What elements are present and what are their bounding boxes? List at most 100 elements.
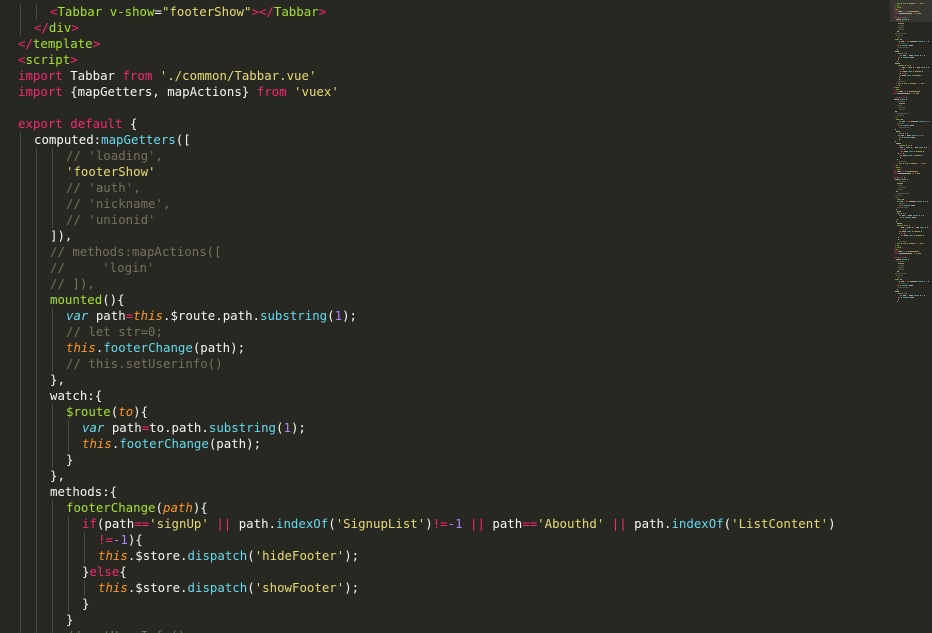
code-line[interactable]: }else{ (82, 564, 127, 580)
code-line[interactable]: } (82, 596, 89, 612)
code-line[interactable]: 'footerShow' (66, 164, 156, 180)
code-token: .$store. (127, 548, 188, 563)
minimap-line (899, 73, 901, 74)
code-line[interactable]: computed:mapGetters([ (34, 132, 191, 148)
code-line[interactable]: // ]), (50, 276, 95, 292)
code-line[interactable]: import {mapGetters, mapActions} from 'vu… (18, 84, 339, 100)
minimap-line (895, 39, 900, 40)
indent-guide (52, 436, 53, 452)
indent-guide (20, 372, 21, 388)
code-token: path (484, 516, 523, 531)
indent-guide (36, 324, 37, 340)
minimap-line (921, 55, 923, 56)
code-token: (path (96, 516, 135, 531)
minimap-line (909, 163, 911, 164)
code-line[interactable]: mounted(){ (50, 292, 125, 308)
code-line[interactable]: // let str=0; (66, 324, 163, 340)
code-line[interactable]: export default { (18, 116, 137, 132)
code-token: 'vuex' (294, 84, 339, 99)
code-line[interactable]: this.$store.dispatch('hideFooter'); (98, 548, 359, 564)
code-line[interactable]: <Tabbar v-show="footerShow"></Tabbar> (50, 4, 326, 20)
minimap-line (902, 57, 909, 58)
minimap-line (900, 245, 902, 246)
code-line[interactable]: // 'nickname', (66, 196, 170, 212)
minimap-line (896, 285, 899, 286)
code-line[interactable]: this.footerChange(path); (66, 340, 245, 356)
code-line[interactable]: // methods:mapActions([ (50, 244, 222, 260)
code-area[interactable]: <Tabbar v-show="footerShow"></Tabbar> </d… (0, 0, 890, 633)
code-line[interactable]: footerChange(path){ (66, 500, 208, 516)
code-token: Tabbar (273, 4, 319, 19)
code-line[interactable]: import Tabbar from './common/Tabbar.vue' (18, 68, 316, 84)
code-line[interactable]: } (66, 612, 73, 628)
minimap-line (922, 155, 923, 156)
minimap-line (902, 125, 909, 126)
code-line[interactable]: // 'unionid' (66, 212, 156, 228)
minimap-line (901, 45, 908, 46)
code-line[interactable]: } (66, 452, 73, 468)
code-editor[interactable]: <Tabbar v-show="footerShow"></Tabbar> </d… (0, 0, 932, 633)
minimap-line (896, 123, 904, 124)
minimap-line (905, 293, 907, 294)
code-token: ([ (175, 132, 191, 147)
minimap-line (900, 281, 904, 282)
code-line[interactable]: }, (50, 468, 65, 484)
code-line[interactable]: </div> (34, 20, 79, 36)
code-line[interactable]: ]), (50, 228, 72, 244)
minimap-line (914, 67, 916, 68)
minimap-line (908, 55, 913, 56)
minimap-line (897, 163, 899, 164)
minimap-line (912, 215, 918, 216)
code-token: 'ListContent' (731, 516, 829, 531)
minimap-line (907, 145, 910, 146)
code-line[interactable]: }, (50, 372, 65, 388)
minimap-line (899, 9, 900, 10)
minimap-line (902, 247, 903, 248)
code-token: ( (247, 548, 255, 563)
code-token: watch:{ (50, 388, 103, 403)
minimap-line (903, 205, 910, 206)
minimap-line (908, 201, 916, 202)
code-line[interactable]: !=-1){ (98, 532, 143, 548)
minimap-line (898, 205, 901, 206)
minimap-line (904, 41, 906, 42)
code-line[interactable]: </template> (18, 36, 100, 52)
minimap-line (904, 149, 905, 150)
code-token: </ (258, 4, 274, 19)
minimap-line (897, 237, 899, 238)
minimap-line (897, 7, 901, 8)
minimap-line (922, 201, 924, 202)
code-line[interactable]: var path=to.path.substring(1); (82, 420, 306, 436)
code-line[interactable]: // this.setUserinfo() (66, 356, 223, 372)
minimap-line (898, 11, 902, 12)
code-line[interactable]: // 'auth', (66, 180, 141, 196)
code-line[interactable]: // 'loading', (66, 148, 163, 164)
code-line[interactable]: var path=this.$route.path.substring(1); (66, 308, 357, 324)
minimap[interactable] (890, 0, 932, 633)
minimap-line (897, 269, 904, 270)
minimap-line (897, 29, 904, 30)
code-line[interactable]: $route(to){ (66, 404, 148, 420)
minimap-line (897, 153, 899, 154)
code-token: = (154, 4, 162, 19)
minimap-line (921, 231, 922, 232)
code-token: // ]), (50, 276, 95, 291)
minimap-line (907, 179, 909, 180)
minimap-line (902, 231, 906, 232)
minimap-line (925, 67, 927, 68)
code-line[interactable]: methods:{ (50, 484, 117, 500)
code-token: path. (231, 516, 276, 531)
code-line[interactable]: watch:{ (50, 388, 102, 404)
code-line[interactable]: this.$store.dispatch('showFooter'); (98, 580, 359, 596)
code-line[interactable]: // 'login' (50, 260, 154, 276)
code-line[interactable]: if(path=='signUp' || path.indexOf('Signu… (82, 516, 836, 532)
minimap-line (910, 205, 915, 206)
code-line[interactable]: // getUserInfo() (66, 628, 185, 633)
minimap-line (896, 165, 899, 166)
code-line[interactable]: <script> (18, 52, 78, 68)
code-line[interactable]: this.footerChange(path); (82, 436, 261, 452)
minimap-line (898, 187, 906, 188)
code-token: path (88, 308, 126, 323)
